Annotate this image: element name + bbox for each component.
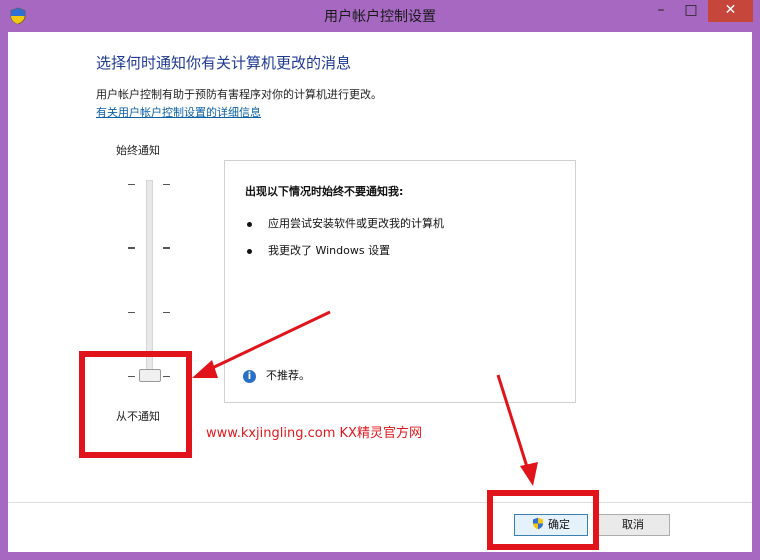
- annotation-arrows: [192, 310, 538, 486]
- uac-settings-window: 用户帐户控制设置 – □ ✕ 选择何时通知你有关计算机更改的消息 用户帐户控制有…: [0, 0, 760, 560]
